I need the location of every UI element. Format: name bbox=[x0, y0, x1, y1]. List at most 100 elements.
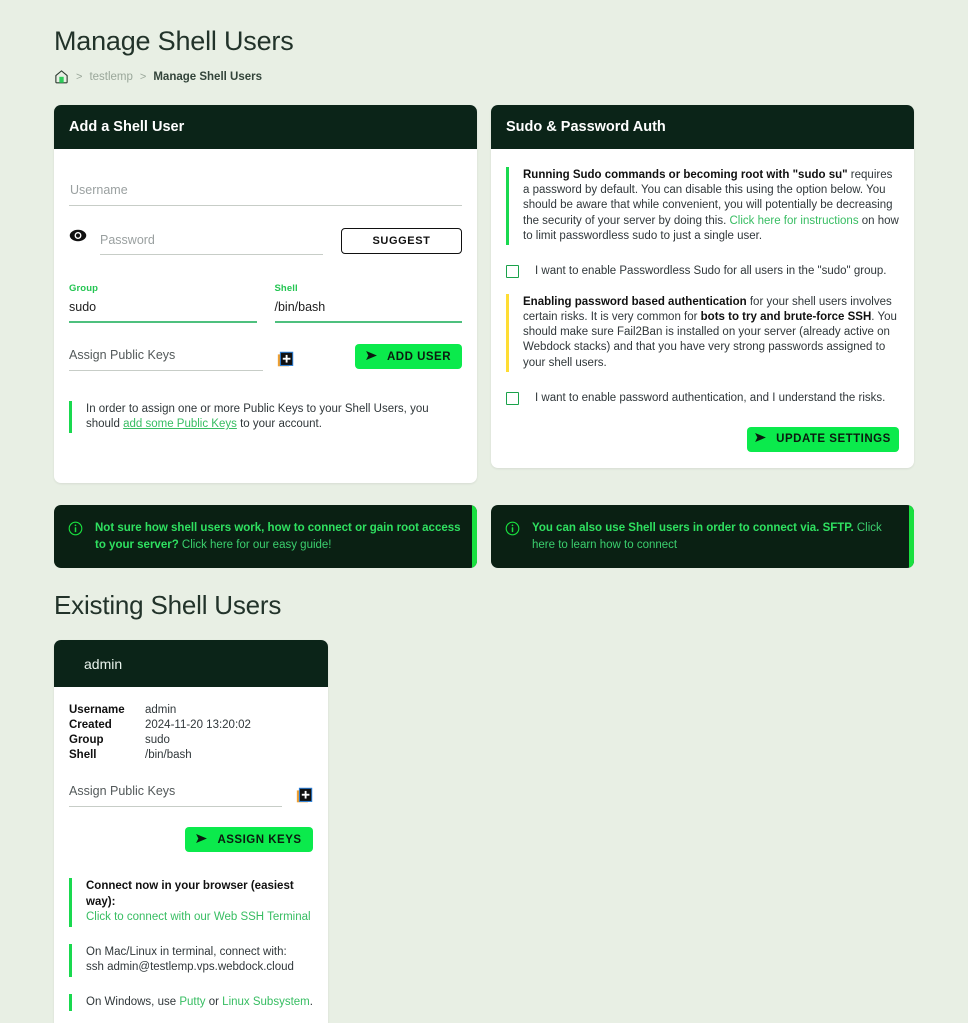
suggest-password-button[interactable]: SUGGEST bbox=[341, 228, 462, 254]
breadcrumb-separator: > bbox=[76, 70, 83, 83]
passwordless-sudo-row: I want to enable Passwordless Sudo for a… bbox=[506, 264, 899, 278]
connect-windows-note: On Windows, use Putty or Linux Subsystem… bbox=[69, 993, 313, 1012]
linux-subsystem-link[interactable]: Linux Subsystem bbox=[222, 996, 310, 1008]
detail-row-group: Group sudo bbox=[69, 733, 313, 748]
sudo-password-auth-card-body: Running Sudo commands or becoming root w… bbox=[491, 149, 914, 468]
add-keys-icon[interactable] bbox=[277, 351, 294, 368]
add-user-button-label: ADD USER bbox=[386, 350, 452, 363]
detail-value: 2024-11-20 13:20:02 bbox=[145, 719, 251, 732]
add-user-button[interactable]: ADD USER bbox=[355, 344, 462, 369]
password-auth-checkbox[interactable] bbox=[506, 391, 519, 405]
assign-keys-row: Assign Public Keys ADD USER bbox=[69, 344, 462, 371]
sudo-instructions-link[interactable]: Click here for instructions bbox=[729, 215, 858, 227]
putty-link[interactable]: Putty bbox=[179, 996, 205, 1008]
user-assign-keys-row: Assign Public Keys bbox=[69, 782, 313, 808]
sftp-connect-banner[interactable]: You can also use Shell users in order to… bbox=[491, 505, 914, 568]
user-assign-public-keys-input[interactable]: Assign Public Keys bbox=[69, 782, 282, 808]
pw-note-bold2: bots to try and brute-force SSH bbox=[700, 311, 872, 324]
shell-select[interactable]: Shell /bin/bash bbox=[274, 283, 462, 323]
sftp-connect-banner-text: You can also use Shell users in order to… bbox=[532, 520, 898, 553]
sudo-password-auth-card-title: Sudo & Password Auth bbox=[491, 105, 914, 149]
detail-row-username: Username admin bbox=[69, 703, 313, 718]
password-row: Password SUGGEST bbox=[69, 228, 462, 255]
banner-1-link[interactable]: Click here for our easy guide! bbox=[179, 539, 332, 551]
add-public-keys-link[interactable]: add some Public Keys bbox=[123, 418, 237, 430]
breadcrumb: > testlemp > Manage Shell Users bbox=[54, 69, 914, 84]
web-ssh-terminal-link[interactable]: Click to connect with our Web SSH Termin… bbox=[86, 911, 311, 923]
eye-icon[interactable] bbox=[69, 229, 91, 247]
password-input[interactable]: Password bbox=[100, 231, 323, 255]
info-banners-row: Not sure how shell users work, how to co… bbox=[54, 505, 914, 568]
send-icon bbox=[196, 833, 208, 846]
note-post: to your account. bbox=[236, 418, 322, 431]
banner-column-2: You can also use Shell users in order to… bbox=[491, 505, 914, 568]
public-keys-note-text: In order to assign one or more Public Ke… bbox=[69, 401, 462, 434]
breadcrumb-item-parent[interactable]: testlemp bbox=[89, 71, 132, 83]
add-keys-icon[interactable] bbox=[296, 787, 313, 804]
sudo-info-note: Running Sudo commands or becoming root w… bbox=[506, 167, 899, 245]
send-icon bbox=[366, 350, 377, 363]
detail-key: Created bbox=[69, 719, 112, 732]
connection-notes: Connect now in your browser (easiest way… bbox=[69, 878, 313, 1023]
update-settings-button-label: UPDATE SETTINGS bbox=[776, 433, 891, 446]
detail-row-shell: Shell /bin/bash bbox=[69, 748, 313, 763]
group-label: Group bbox=[69, 283, 98, 294]
detail-value: sudo bbox=[145, 734, 170, 747]
passwordless-sudo-label: I want to enable Passwordless Sudo for a… bbox=[535, 265, 887, 278]
password-auth-row: I want to enable password authentication… bbox=[506, 391, 899, 405]
connect-mac-title: On Mac/Linux in terminal, connect with: bbox=[86, 945, 287, 958]
assign-public-keys-input[interactable]: Assign Public Keys bbox=[69, 346, 263, 371]
connect-win-post: . bbox=[309, 995, 313, 1008]
shell-user-card-title: admin bbox=[54, 640, 328, 687]
update-settings-button[interactable]: UPDATE SETTINGS bbox=[747, 426, 899, 452]
user-assign-public-keys-placeholder: Assign Public Keys bbox=[69, 784, 176, 799]
group-shell-row: Group sudo Shell /bin/bash bbox=[69, 283, 462, 323]
breadcrumb-separator-2: > bbox=[139, 70, 147, 83]
detail-key: Group bbox=[69, 734, 104, 747]
connect-browser-note: Connect now in your browser (easiest way… bbox=[69, 878, 313, 927]
connect-win-pre: On Windows, use bbox=[86, 995, 180, 1008]
shell-label: Shell bbox=[274, 283, 298, 294]
shell-users-guide-banner[interactable]: Not sure how shell users work, how to co… bbox=[54, 505, 477, 568]
info-icon bbox=[68, 521, 83, 541]
assign-keys-button-row: ASSIGN KEYS bbox=[69, 807, 313, 853]
password-placeholder: Password bbox=[100, 233, 155, 247]
sudo-note-bold: Running Sudo commands or becoming root w… bbox=[523, 169, 848, 181]
page-root: Manage Shell Users > testlemp > Manage S… bbox=[0, 0, 968, 1023]
add-shell-user-card: Add a Shell User Username Password SUGGE… bbox=[54, 105, 477, 484]
group-select[interactable]: Group sudo bbox=[69, 283, 257, 323]
pw-note-bold1: Enabling password based authentication bbox=[523, 295, 747, 308]
detail-value: /bin/bash bbox=[145, 749, 192, 762]
shell-users-guide-banner-text: Not sure how shell users work, how to co… bbox=[95, 520, 461, 553]
cards-row: Add a Shell User Username Password SUGGE… bbox=[54, 105, 914, 484]
connect-win-mid: or bbox=[205, 995, 223, 1008]
group-value: sudo bbox=[69, 300, 97, 314]
info-icon bbox=[505, 521, 520, 541]
add-user-column: Add a Shell User Username Password SUGGE… bbox=[54, 105, 477, 484]
shell-value: /bin/bash bbox=[274, 300, 326, 314]
passwordless-sudo-checkbox[interactable] bbox=[506, 264, 519, 278]
send-icon bbox=[755, 433, 767, 445]
assign-public-keys-placeholder: Assign Public Keys bbox=[69, 348, 176, 362]
username-input[interactable]: Username bbox=[69, 167, 462, 206]
public-keys-note: In order to assign one or more Public Ke… bbox=[69, 401, 462, 434]
add-shell-user-card-title: Add a Shell User bbox=[54, 105, 477, 149]
assign-keys-button-label: ASSIGN KEYS bbox=[217, 833, 302, 846]
assign-keys-button[interactable]: ASSIGN KEYS bbox=[185, 827, 313, 853]
banner-column-1: Not sure how shell users work, how to co… bbox=[54, 505, 477, 568]
sudo-auth-column: Sudo & Password Auth Running Sudo comman… bbox=[491, 105, 914, 483]
password-auth-label: I want to enable password authentication… bbox=[535, 392, 886, 405]
detail-key: Shell bbox=[69, 749, 97, 762]
shell-user-card-body: Username admin Created 2024-11-20 13:20:… bbox=[54, 687, 328, 1023]
detail-value: admin bbox=[145, 704, 177, 716]
breadcrumb-item-current: Manage Shell Users bbox=[153, 70, 262, 83]
add-shell-user-card-body: Username Password SUGGEST Group sudo She… bbox=[54, 149, 477, 483]
password-auth-warning-note: Enabling password based authentication f… bbox=[506, 293, 899, 372]
detail-key: Username bbox=[69, 704, 125, 716]
connect-browser-title: Connect now in your browser (easiest way… bbox=[86, 880, 294, 908]
shell-user-card-admin: admin Username admin Created 2024-11-20 … bbox=[54, 640, 328, 1023]
home-icon[interactable] bbox=[54, 69, 69, 84]
connect-mac-linux-note: On Mac/Linux in terminal, connect with: … bbox=[69, 943, 313, 977]
username-placeholder: Username bbox=[70, 183, 128, 197]
detail-row-created: Created 2024-11-20 13:20:02 bbox=[69, 718, 313, 733]
